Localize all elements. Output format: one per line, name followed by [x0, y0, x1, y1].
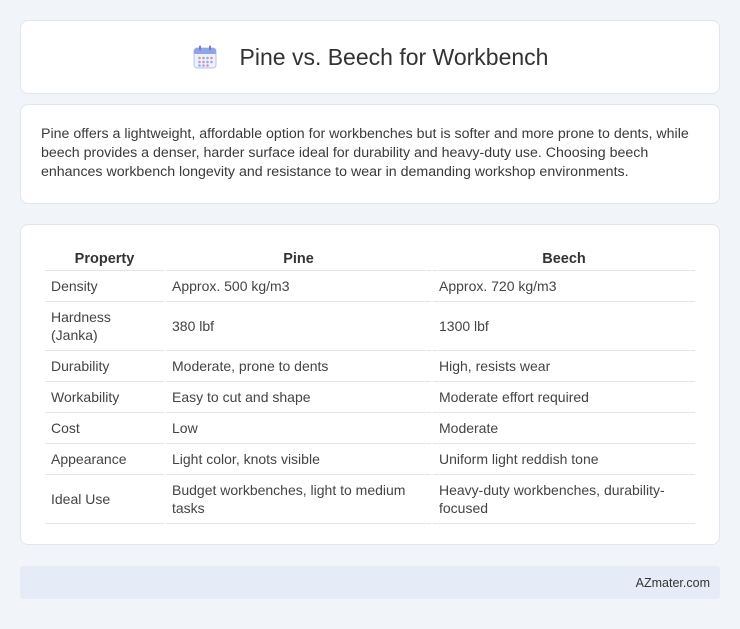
comparison-table-card: Property Pine Beech Density Approx. 500 … — [20, 224, 720, 545]
cell-property: Appearance — [45, 444, 164, 475]
table-row: Ideal Use Budget workbenches, light to m… — [45, 475, 695, 524]
cell-property: Workability — [45, 382, 164, 413]
cell-pine: Low — [166, 413, 431, 444]
intro-text: Pine offers a lightweight, affordable op… — [41, 126, 689, 180]
footer-bar: AZmater.com — [20, 566, 720, 599]
header-pine: Pine — [166, 245, 431, 271]
cell-pine: Easy to cut and shape — [166, 382, 431, 413]
header-beech: Beech — [433, 245, 695, 271]
cell-beech: Moderate — [433, 413, 695, 444]
cell-property: Durability — [45, 351, 164, 382]
page-title: Pine vs. Beech for Workbench — [239, 43, 549, 70]
table-row: Hardness (Janka) 380 lbf 1300 lbf — [45, 302, 695, 351]
cell-beech: Heavy-duty workbenches, durability-focus… — [433, 475, 695, 524]
title-wrap: Pine vs. Beech for Workbench — [192, 43, 549, 71]
calendar-icon — [192, 44, 218, 70]
table-row: Durability Moderate, prone to dents High… — [45, 351, 695, 382]
title-card: Pine vs. Beech for Workbench — [20, 20, 720, 94]
cell-property: Ideal Use — [45, 475, 164, 524]
cell-property: Hardness (Janka) — [45, 302, 164, 351]
cell-pine: Budget workbenches, light to medium task… — [166, 475, 431, 524]
cell-beech: High, resists wear — [433, 351, 695, 382]
cell-pine: Moderate, prone to dents — [166, 351, 431, 382]
intro-card: Pine offers a lightweight, affordable op… — [20, 104, 720, 204]
header-property: Property — [45, 245, 164, 271]
table-row: Workability Easy to cut and shape Modera… — [45, 382, 695, 413]
comparison-table: Property Pine Beech Density Approx. 500 … — [43, 245, 697, 524]
table-row: Density Approx. 500 kg/m3 Approx. 720 kg… — [45, 271, 695, 302]
table-row: Cost Low Moderate — [45, 413, 695, 444]
cell-beech: Approx. 720 kg/m3 — [433, 271, 695, 302]
table-header-row: Property Pine Beech — [45, 245, 695, 271]
cell-property: Cost — [45, 413, 164, 444]
cell-beech: Uniform light reddish tone — [433, 444, 695, 475]
footer-brand[interactable]: AZmater.com — [636, 576, 710, 590]
cell-pine: Light color, knots visible — [166, 444, 431, 475]
cell-beech: 1300 lbf — [433, 302, 695, 351]
table-row: Appearance Light color, knots visible Un… — [45, 444, 695, 475]
cell-pine: 380 lbf — [166, 302, 431, 351]
cell-pine: Approx. 500 kg/m3 — [166, 271, 431, 302]
cell-beech: Moderate effort required — [433, 382, 695, 413]
cell-property: Density — [45, 271, 164, 302]
